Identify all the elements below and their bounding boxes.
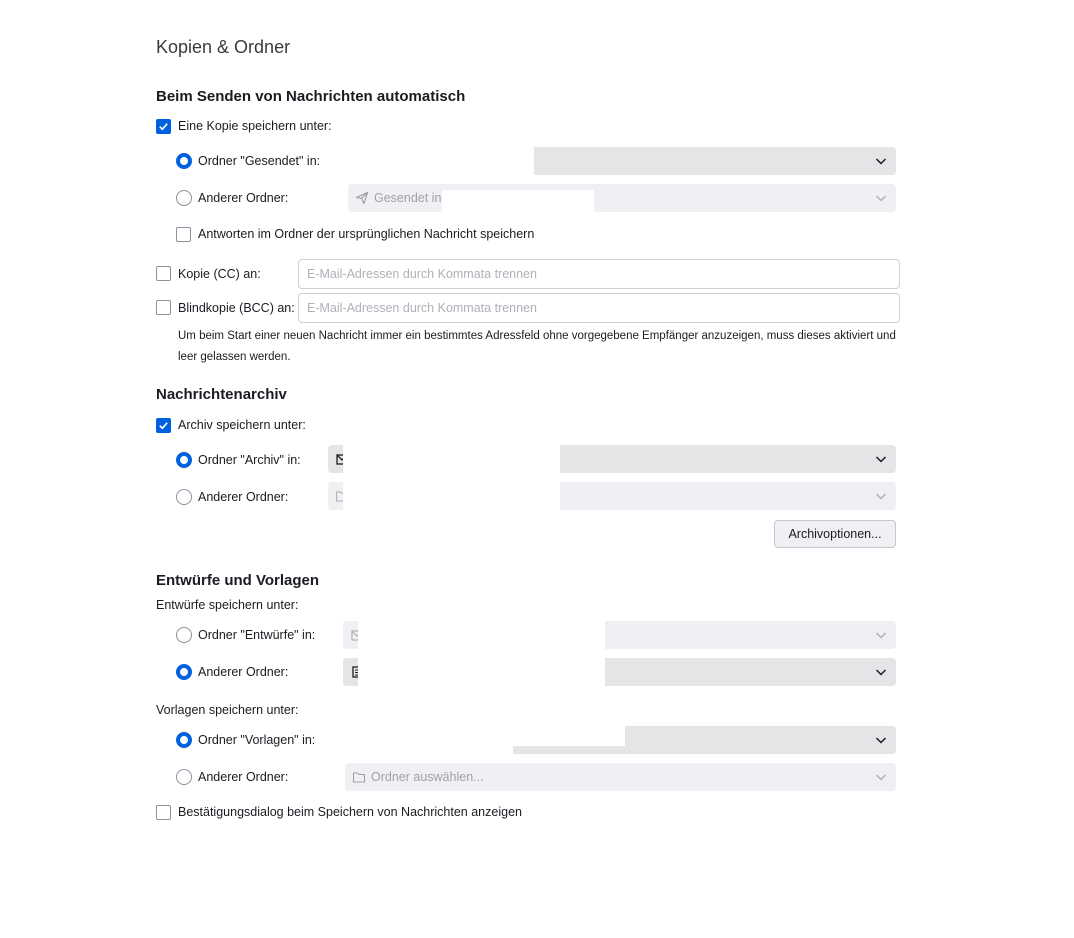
drafts-other-folder-radio-label: Anderer Ordner: — [198, 665, 289, 679]
sent-folder-radio-label: Ordner "Gesendet" in: — [198, 154, 321, 168]
cc-label: Kopie (CC) an: — [178, 267, 261, 281]
archive-other-folder-select[interactable] — [328, 482, 896, 510]
templates-other-folder-radio-label: Anderer Ordner: — [198, 770, 289, 784]
redacted-area — [358, 658, 605, 686]
sent-other-folder-select[interactable]: Gesendet in — [348, 184, 896, 212]
chevron-down-icon — [875, 669, 887, 676]
archive-section-heading: Nachrichtenarchiv — [156, 386, 287, 403]
templates-other-folder-select[interactable]: Ordner auswählen... — [345, 763, 896, 791]
confirm-dialog-checkbox[interactable] — [156, 805, 171, 820]
archive-options-button[interactable]: Archivoptionen... — [774, 520, 896, 548]
save-copy-checkbox[interactable] — [156, 119, 171, 134]
chevron-down-icon — [875, 632, 887, 639]
paper-plane-icon — [355, 191, 369, 205]
templates-label: Vorlagen speichern unter: — [156, 703, 299, 717]
templates-folder-select[interactable] — [345, 726, 896, 754]
sent-other-folder-radio-label: Anderer Ordner: — [198, 191, 289, 205]
folder-icon — [352, 772, 366, 783]
confirm-dialog-label: Bestätigungsdialog beim Speichern von Na… — [178, 805, 522, 819]
drafts-folder-radio-label: Ordner "Entwürfe" in: — [198, 628, 316, 642]
bcc-label: Blindkopie (BCC) an: — [178, 301, 295, 315]
drafts-label: Entwürfe speichern unter: — [156, 598, 299, 612]
bcc-input[interactable] — [298, 293, 900, 323]
redacted-area — [442, 190, 594, 212]
archive-folder-select[interactable] — [328, 445, 896, 473]
drafts-folder-select[interactable] — [343, 621, 896, 649]
cc-checkbox[interactable] — [156, 266, 171, 281]
redacted-area — [348, 147, 534, 175]
drafts-other-folder-select[interactable] — [343, 658, 896, 686]
checkmark-icon — [159, 422, 168, 430]
redacted-area — [345, 726, 625, 746]
checkmark-icon — [159, 123, 168, 131]
archive-other-folder-radio-label: Anderer Ordner: — [198, 490, 289, 504]
reply-in-folder-checkbox[interactable] — [176, 227, 191, 242]
archive-folder-radio-label: Ordner "Archiv" in: — [198, 453, 301, 467]
bcc-checkbox[interactable] — [156, 300, 171, 315]
templates-other-folder-value: Ordner auswählen... — [371, 770, 484, 784]
cc-input[interactable] — [298, 259, 900, 289]
templates-folder-radio[interactable] — [176, 732, 192, 748]
bcc-email-field[interactable] — [299, 294, 899, 322]
save-archive-label: Archiv speichern unter: — [178, 418, 306, 432]
archive-other-folder-radio[interactable] — [176, 489, 192, 505]
chevron-down-icon — [875, 493, 887, 500]
send-section-heading: Beim Senden von Nachrichten automatisch — [156, 88, 466, 105]
page-title: Kopien & Ordner — [156, 37, 291, 57]
address-field-hint: Um beim Start einer neuen Nachricht imme… — [178, 330, 896, 363]
sent-folder-radio[interactable] — [176, 153, 192, 169]
redacted-area — [345, 746, 513, 754]
sent-other-folder-value: Gesendet in — [374, 191, 442, 205]
reply-in-folder-label: Antworten im Ordner der ursprünglichen N… — [198, 227, 535, 241]
drafts-folder-radio[interactable] — [176, 627, 192, 643]
templates-folder-radio-label: Ordner "Vorlagen" in: — [198, 733, 316, 747]
chevron-down-icon — [875, 774, 887, 781]
save-archive-checkbox[interactable] — [156, 418, 171, 433]
redacted-area — [343, 445, 560, 473]
sent-folder-select[interactable] — [348, 147, 896, 175]
drafts-other-folder-radio[interactable] — [176, 664, 192, 680]
archive-folder-radio[interactable] — [176, 452, 192, 468]
drafts-section-heading: Entwürfe und Vorlagen — [156, 572, 320, 589]
redacted-area — [343, 482, 560, 510]
chevron-down-icon — [875, 456, 887, 463]
templates-other-folder-radio[interactable] — [176, 769, 192, 785]
sent-other-folder-radio[interactable] — [176, 190, 192, 206]
chevron-down-icon — [875, 158, 887, 165]
cc-email-field[interactable] — [299, 260, 899, 288]
redacted-area — [358, 621, 605, 649]
chevron-down-icon — [875, 195, 887, 202]
save-copy-label: Eine Kopie speichern unter: — [178, 119, 332, 133]
chevron-down-icon — [875, 737, 887, 744]
